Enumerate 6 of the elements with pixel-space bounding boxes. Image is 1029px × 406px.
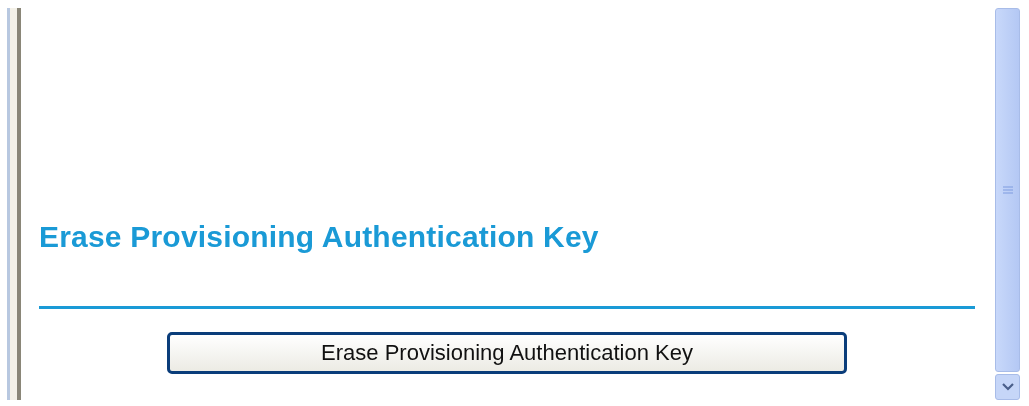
grip-icon — [1002, 185, 1013, 195]
scrollbar-thumb[interactable] — [995, 8, 1020, 372]
scroll-down-button[interactable] — [995, 374, 1020, 400]
chevron-down-icon — [1001, 383, 1014, 391]
section-heading: Erase Provisioning Authentication Key — [39, 220, 600, 254]
erase-key-button[interactable]: Erase Provisioning Authentication Key — [167, 332, 847, 374]
